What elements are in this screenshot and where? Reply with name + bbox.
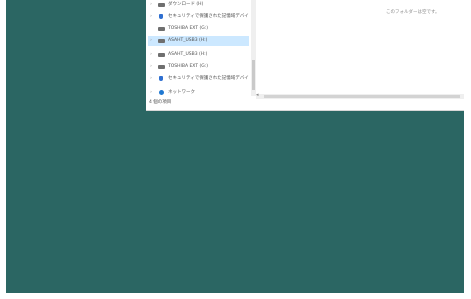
nav-item-label: TOSHIBA EXT (G:) (168, 26, 208, 31)
navigation-pane: › ダウンロード (H) › セキュリティで保護された記憶域デバイス TOSHI… (146, 0, 251, 110)
chevron-right-icon[interactable]: › (148, 36, 154, 46)
horizontal-scroll-thumb[interactable] (264, 95, 460, 98)
drive-icon (158, 27, 165, 31)
nav-item-label: ダウンロード (H) (168, 2, 204, 7)
nav-item-label: ASAHT_USB3 (H:) (168, 38, 208, 43)
chevron-right-icon[interactable]: › (148, 62, 154, 72)
nav-item-label: ネットワーク (168, 90, 195, 95)
drive-icon (158, 3, 165, 7)
shield-icon (159, 76, 163, 81)
nav-item-toshiba-ext[interactable]: TOSHIBA EXT (G:) (148, 24, 249, 34)
chevron-right-icon[interactable]: › (148, 88, 154, 98)
horizontal-scrollbar[interactable]: ◂ (256, 92, 464, 99)
empty-folder-message: このフォルダーは空です。 (386, 10, 440, 15)
nav-item-toshiba-ext-2[interactable]: › TOSHIBA EXT (G:) (148, 62, 249, 72)
nav-item-label: ASAHT_USB3 (H:) (168, 52, 208, 57)
network-icon (159, 90, 164, 95)
nav-item-label: セキュリティで保護された記憶域デバイス (168, 14, 249, 19)
nav-item-label: TOSHIBA EXT (G:) (168, 64, 208, 69)
nav-item-downloads[interactable]: › ダウンロード (H) (148, 0, 249, 10)
vertical-scrollbar[interactable] (251, 0, 256, 96)
shield-icon (159, 14, 163, 19)
vertical-scroll-thumb[interactable] (252, 60, 255, 90)
chevron-right-icon[interactable]: › (148, 74, 154, 84)
drive-icon (158, 65, 165, 69)
nav-item-network[interactable]: › ネットワーク (148, 88, 249, 98)
nav-item-asaht-usb3[interactable]: › ASAHT_USB3 (H:) (148, 50, 249, 60)
file-explorer-window: › ダウンロード (H) › セキュリティで保護された記憶域デバイス TOSHI… (146, 0, 464, 111)
chevron-right-icon[interactable]: › (148, 12, 154, 22)
chevron-right-icon[interactable]: › (148, 50, 154, 60)
drive-icon (158, 53, 165, 57)
scroll-left-arrow-icon[interactable]: ◂ (256, 92, 259, 98)
nav-item-secure-storage-2[interactable]: › セキュリティで保護された記憶域デバイス (148, 74, 249, 84)
drive-icon (158, 39, 165, 43)
nav-item-label: セキュリティで保護された記憶域デバイス (168, 76, 249, 81)
nav-item-secure-storage[interactable]: › セキュリティで保護された記憶域デバイス (148, 12, 249, 22)
chevron-right-icon[interactable]: › (148, 0, 154, 10)
item-count-status: 4 個の項目 (149, 100, 172, 105)
nav-item-asaht-usb3-selected[interactable]: › ASAHT_USB3 (H:) (148, 36, 249, 46)
